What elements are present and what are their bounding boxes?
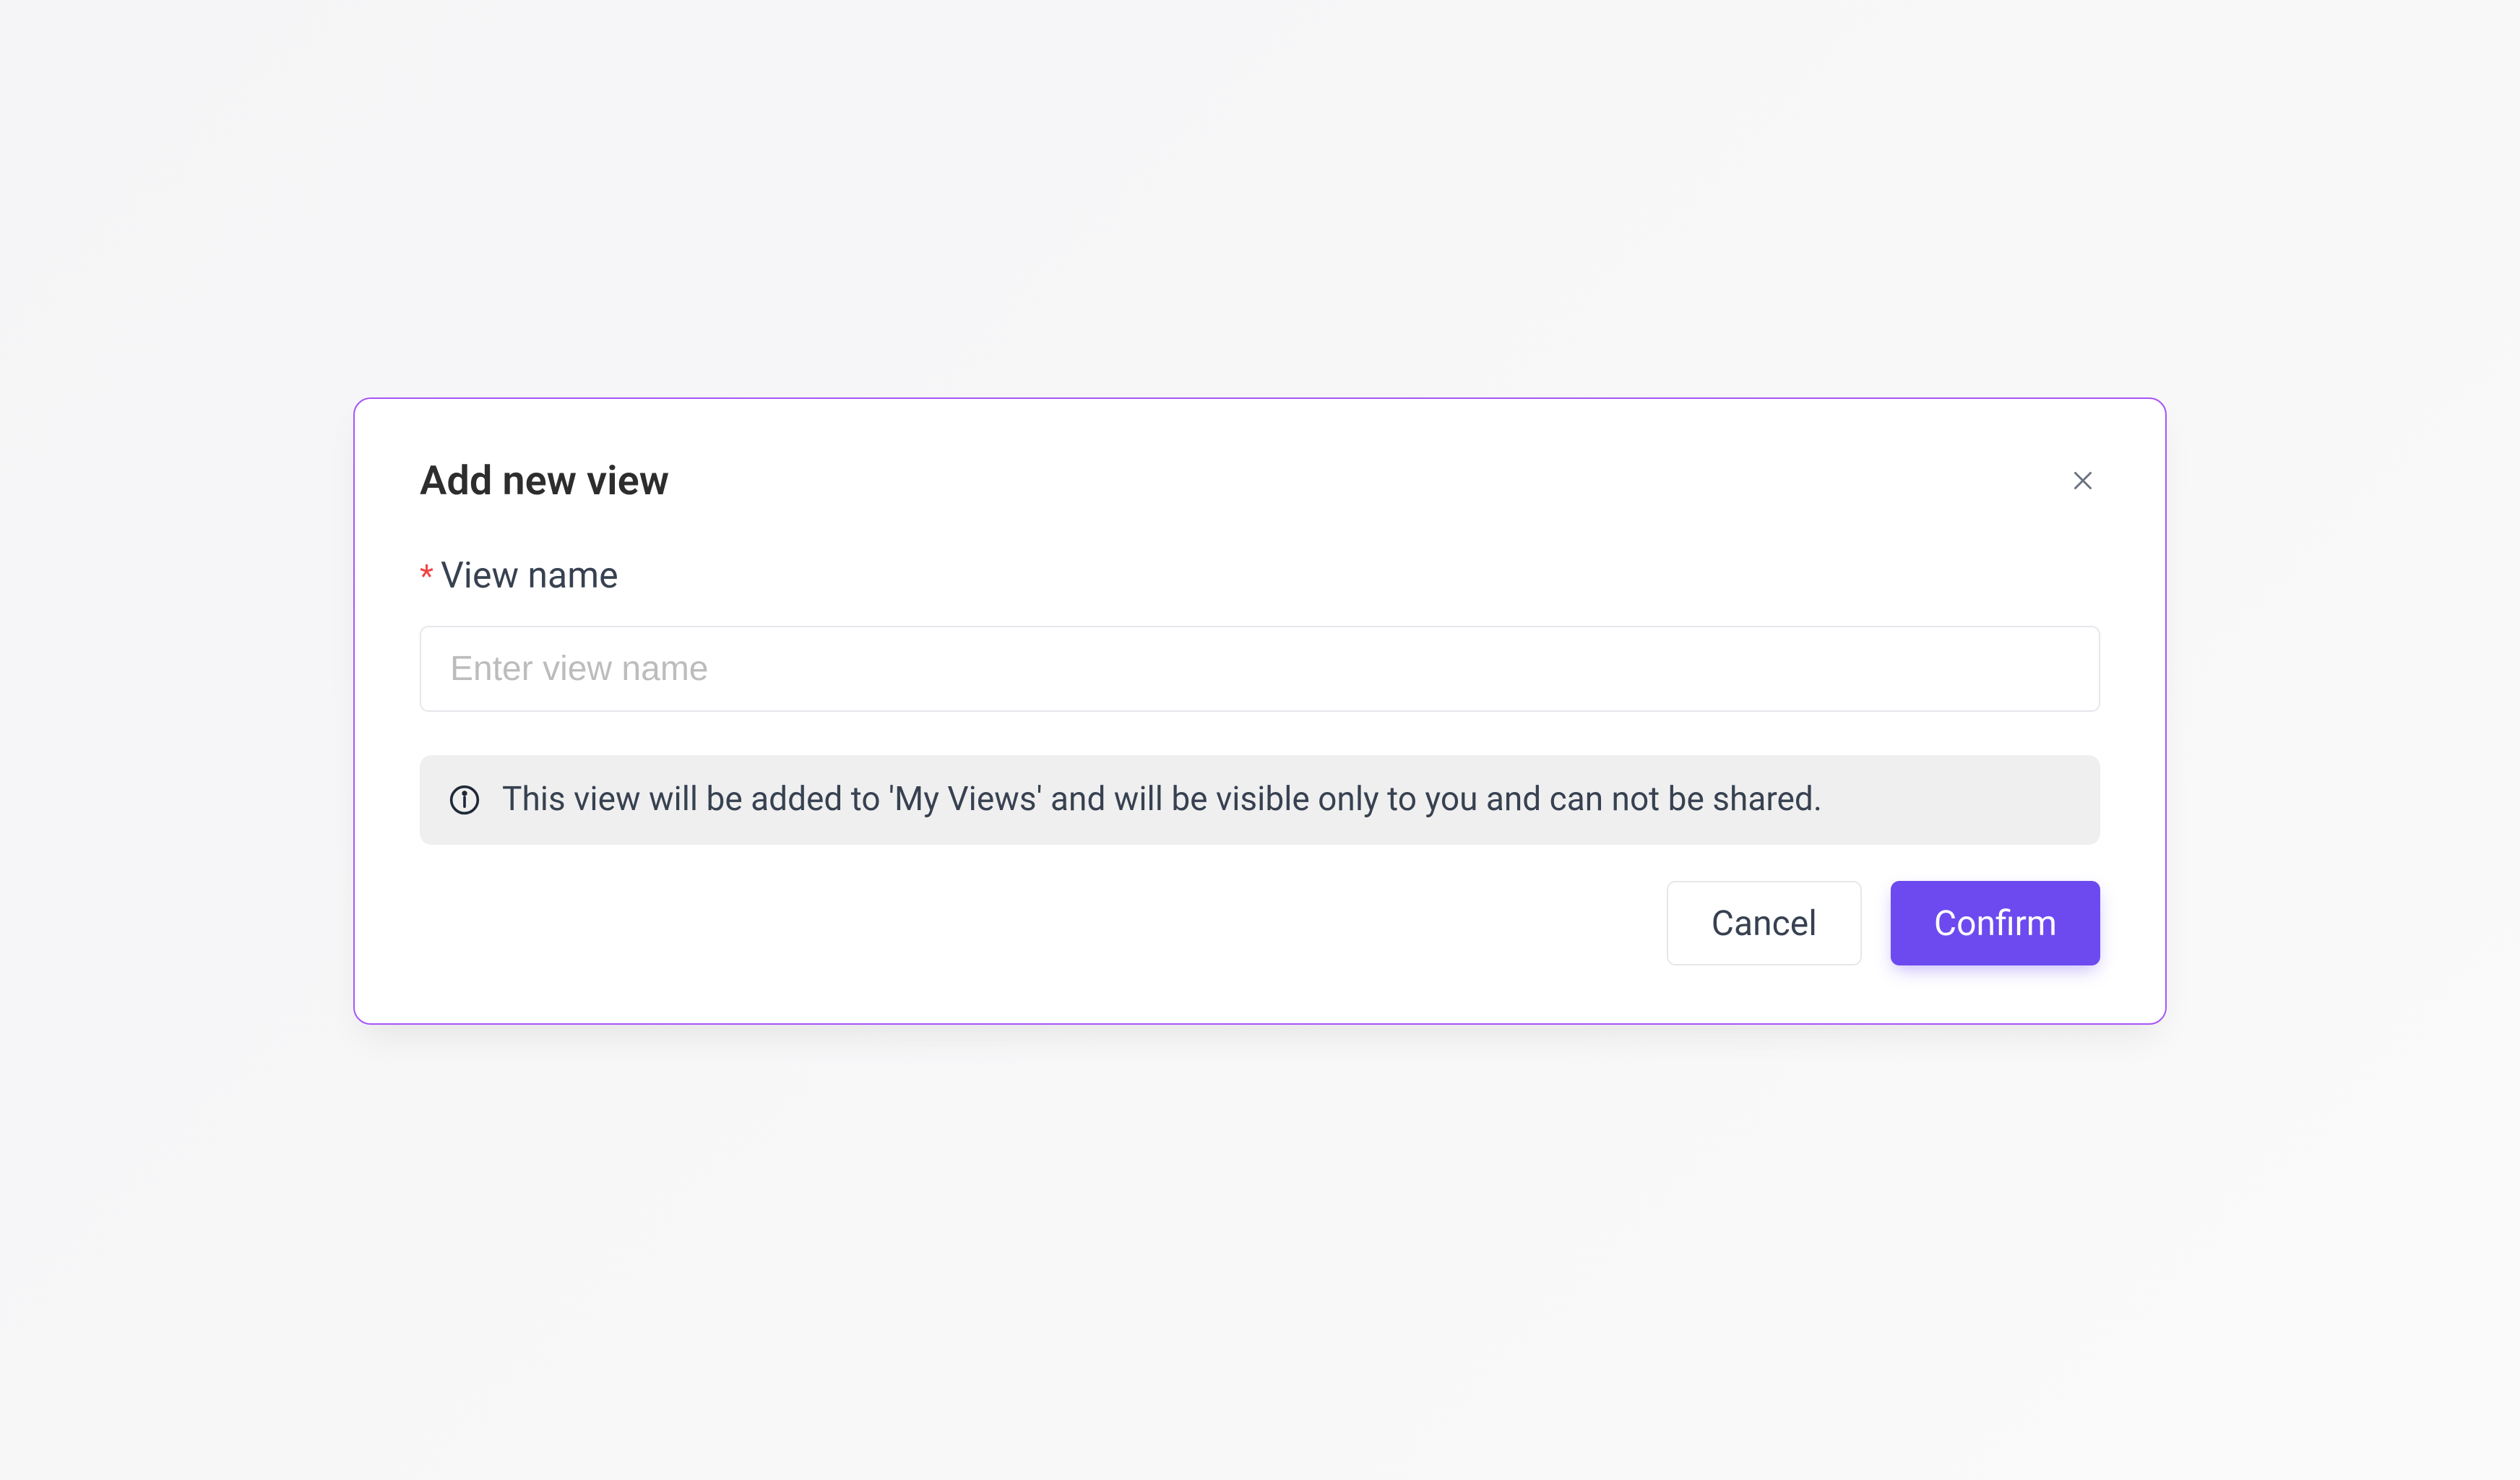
modal-header: Add new view: [420, 457, 2100, 504]
confirm-button[interactable]: Confirm: [1891, 881, 2100, 965]
cancel-button[interactable]: Cancel: [1667, 881, 1862, 965]
button-row: Cancel Confirm: [420, 881, 2100, 965]
field-label-text: View name: [441, 555, 618, 597]
close-icon[interactable]: [2066, 463, 2100, 498]
required-asterisk: *: [420, 557, 433, 595]
info-banner: This view will be added to 'My Views' an…: [420, 755, 2100, 845]
info-icon: [449, 784, 480, 816]
view-name-label: * View name: [420, 555, 2100, 597]
modal-title: Add new view: [420, 457, 669, 504]
info-text: This view will be added to 'My Views' an…: [502, 778, 1822, 822]
add-view-modal: Add new view * View name This view will …: [353, 397, 2167, 1025]
view-name-input[interactable]: [420, 626, 2100, 712]
